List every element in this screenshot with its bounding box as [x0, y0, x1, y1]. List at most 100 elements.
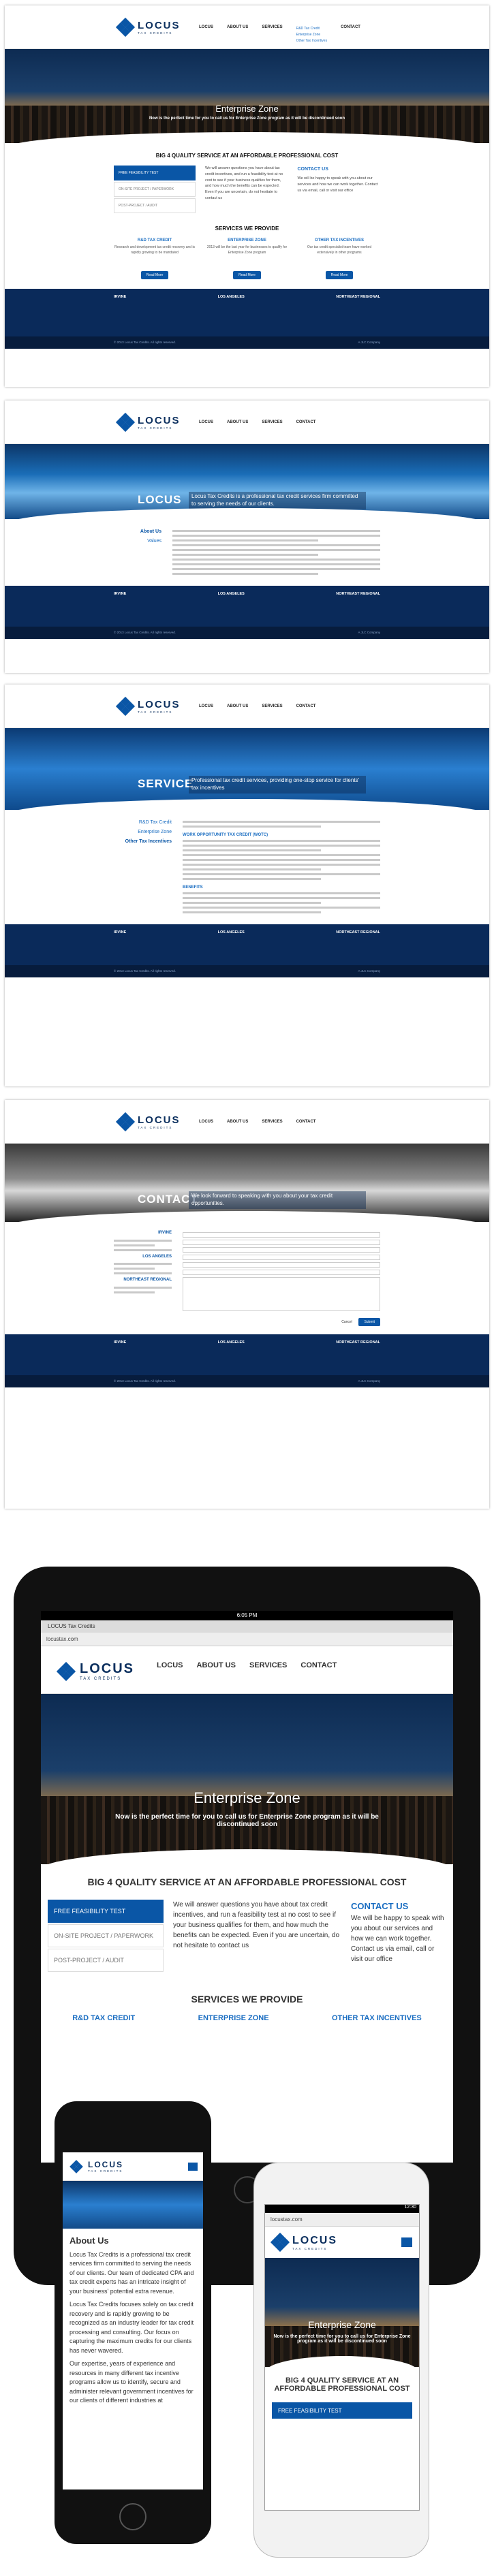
side-item-values[interactable]: Values — [114, 537, 161, 546]
office-irvine: IRVINE — [158, 1231, 172, 1235]
logo-tagline: TAX CREDITS — [88, 2169, 123, 2173]
nav-other[interactable]: Other Tax Incentives — [296, 39, 328, 44]
logo[interactable]: LOCUS TAX CREDITS — [115, 1112, 181, 1132]
nav-contact[interactable]: CONTACT — [296, 704, 316, 708]
logo-tagline: TAX CREDITS — [292, 2246, 328, 2250]
nav-about[interactable]: ABOUT US — [197, 1661, 236, 1669]
nav-services[interactable]: SERVICES — [262, 704, 282, 708]
footer-col: LOS ANGELES — [217, 592, 245, 596]
band-title: BIG 4 QUALITY SERVICE AT AN AFFORDABLE P… — [155, 153, 339, 159]
service-card: ENTERPRISE ZONE 2013 will be the last yea… — [206, 238, 288, 279]
nav-contact[interactable]: CONTACT — [341, 25, 360, 44]
nav-locus[interactable]: LOCUS — [157, 1661, 183, 1669]
services-list: R&D TAX CREDIT Research and development t… — [114, 238, 380, 279]
side-item-rd[interactable]: R&D Tax Credit — [114, 818, 172, 828]
contact-box: CONTACT US We will be happy to speak wit… — [351, 1900, 446, 1973]
side-item-about[interactable]: About Us — [114, 527, 161, 537]
service-name[interactable]: ENTERPRISE ZONE — [198, 2014, 269, 2022]
status-bar: 12:30 — [265, 2205, 419, 2213]
nav-locus[interactable]: LOCUS — [199, 25, 213, 44]
footer-col: LOS ANGELES — [217, 930, 245, 934]
tab-content: We will answer questions you have about … — [205, 166, 283, 200]
contact-form: Cancel Submit — [183, 1230, 380, 1326]
footer-col: LOS ANGELES — [217, 1340, 245, 1345]
form-field[interactable] — [183, 1262, 380, 1268]
read-more-button[interactable]: Read More — [325, 271, 354, 279]
browser-tab[interactable]: LOCUS Tax Credits — [41, 1620, 453, 1633]
service-content: R&D Tax Credit Enterprise Zone Other Tax… — [5, 810, 489, 924]
nav-services[interactable]: SERVICES — [262, 1120, 282, 1124]
logo-mark-icon — [115, 17, 136, 37]
contact-title[interactable]: CONTACT US — [298, 166, 381, 173]
service-name[interactable]: OTHER TAX INCENTIVES — [298, 238, 380, 242]
side-item-ez[interactable]: Enterprise Zone — [114, 828, 172, 837]
partner-logo: A JLC Company — [358, 969, 380, 973]
nav-locus[interactable]: LOCUS — [199, 420, 213, 424]
hero-banner: LOCUS Locus Tax Credits is a professiona… — [5, 444, 489, 519]
read-more-button[interactable]: Read More — [233, 271, 261, 279]
nav-locus[interactable]: LOCUS — [199, 704, 213, 708]
hero-banner — [63, 2181, 203, 2229]
tab-audit[interactable]: POST-PROJECT / AUDIT — [48, 1949, 164, 1972]
tab-onsite[interactable]: ON-SITE PROJECT / PAPERWORK — [48, 1924, 164, 1947]
service-name[interactable]: R&D TAX CREDIT — [72, 2014, 135, 2022]
nav-about[interactable]: ABOUT US — [227, 1120, 248, 1124]
hero-title: Enterprise Zone — [215, 104, 279, 114]
nav-about[interactable]: ABOUT US — [227, 420, 248, 424]
footer-bottom: © 2013 Locus Tax Credits. All rights res… — [5, 965, 489, 977]
tab-onsite[interactable]: ON-SITE PROJECT / PAPERWORK — [114, 182, 196, 197]
tab-feasibility[interactable]: FREE FEASIBILITY TEST — [272, 2402, 412, 2419]
logo-name: LOCUS — [88, 2160, 123, 2169]
tab-feasibility[interactable]: FREE FEASIBILITY TEST — [48, 1900, 164, 1923]
form-field[interactable] — [183, 1270, 380, 1275]
form-field[interactable] — [183, 1240, 380, 1245]
nav-about[interactable]: ABOUT US — [227, 704, 248, 708]
message-field[interactable] — [183, 1277, 380, 1311]
nav-services[interactable]: SERVICES — [262, 420, 282, 424]
nav-rd[interactable]: R&D Tax Credit — [296, 27, 328, 31]
nav-ez[interactable]: Enterprise Zone — [296, 33, 328, 37]
tab-audit[interactable]: POST-PROJECT / AUDIT — [114, 198, 196, 213]
benefits-heading: BENEFITS — [183, 885, 203, 890]
service-name[interactable]: R&D TAX CREDIT — [114, 238, 196, 242]
nav-services[interactable]: SERVICES — [262, 25, 282, 44]
iphone-home-button[interactable] — [119, 2503, 146, 2530]
site-header: LOCUS TAX CREDITS LOCUS ABOUT US SERVICES… — [5, 5, 489, 49]
menu-icon[interactable] — [401, 2237, 412, 2247]
quality-band: BIG 4 QUALITY SERVICE AT AN AFFORDABLE P… — [5, 143, 489, 289]
logo[interactable]: LOCUS TAX CREDITS — [115, 412, 181, 433]
nav-about[interactable]: ABOUT US — [227, 25, 248, 44]
nav-contact[interactable]: CONTACT — [300, 1661, 337, 1669]
hero-title: Enterprise Zone — [194, 1789, 300, 1806]
nav-contact[interactable]: CONTACT — [296, 420, 316, 424]
status-bar: 6:05 PM — [41, 1611, 453, 1620]
copyright: © 2013 Locus Tax Credits. All rights res… — [114, 341, 176, 344]
side-item-other[interactable]: Other Tax Incentives — [114, 837, 172, 847]
nav-services[interactable]: SERVICES — [249, 1661, 287, 1669]
footer-col: IRVINE — [114, 295, 127, 299]
service-name[interactable]: OTHER TAX INCENTIVES — [332, 2014, 422, 2022]
logo[interactable]: LOCUS TAX CREDITS — [115, 17, 181, 37]
nav-locus[interactable]: LOCUS — [199, 1120, 213, 1124]
logo[interactable]: LOCUS TAX CREDITS — [115, 696, 181, 717]
logo[interactable]: LOCUS TAX CREDITS — [56, 1661, 134, 1681]
service-name[interactable]: ENTERPRISE ZONE — [206, 238, 288, 242]
tab-feasibility[interactable]: FREE FEASIBILITY TEST — [114, 166, 196, 180]
cancel-button[interactable]: Cancel — [341, 1320, 352, 1324]
contact-text: We will be happy to speak with you about… — [351, 1914, 444, 1963]
contact-title[interactable]: CONTACT US — [351, 1900, 446, 1913]
logo-mark-icon — [115, 412, 136, 433]
main-nav: LOCUS ABOUT US SERVICES CONTACT — [199, 420, 315, 424]
band-title: BIG 4 QUALITY SERVICE AT AN AFFORDABLE P… — [87, 1876, 407, 1887]
url-bar[interactable]: locustax.com — [41, 1633, 453, 1646]
form-field[interactable] — [183, 1232, 380, 1238]
footer-col: IRVINE — [114, 1340, 127, 1345]
submit-button[interactable]: Submit — [358, 1318, 380, 1326]
menu-icon[interactable] — [188, 2162, 198, 2171]
read-more-button[interactable]: Read More — [140, 271, 169, 279]
form-field[interactable] — [183, 1247, 380, 1253]
url-bar[interactable]: locustax.com — [265, 2213, 419, 2227]
logo-mark-icon — [115, 1112, 136, 1132]
nav-contact[interactable]: CONTACT — [296, 1120, 316, 1124]
form-field[interactable] — [183, 1255, 380, 1260]
